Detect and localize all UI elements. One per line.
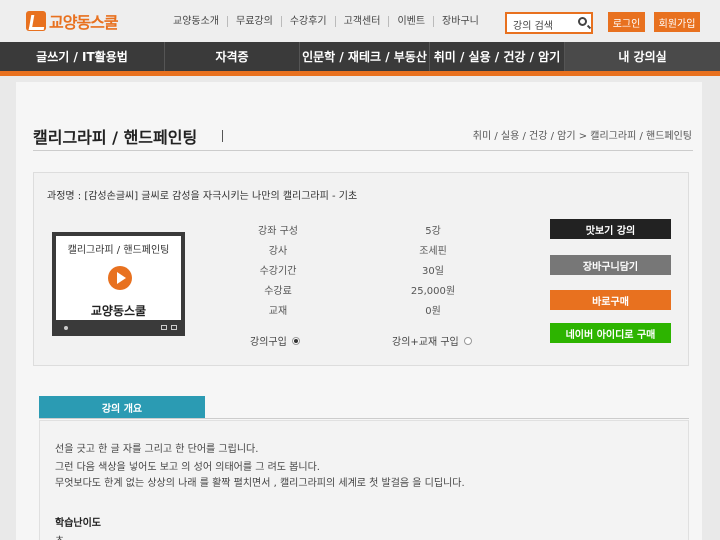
top-menu-cart[interactable]: 장바구니: [433, 16, 487, 27]
top-menu-about[interactable]: 교양동소개: [165, 16, 227, 27]
nav-humanities[interactable]: 인문학 / 재테크 / 부동산: [300, 42, 430, 71]
record-icon: [64, 326, 68, 330]
option-lecture-only-label: 강의구입: [250, 337, 287, 348]
add-to-cart-button[interactable]: 장바구니담기: [550, 255, 671, 275]
breadcrumb[interactable]: 취미 / 실용 / 건강 / 암기 > 캘리그라피 / 핸드페인팅: [473, 127, 692, 142]
search-input[interactable]: 강의 검색: [505, 12, 593, 34]
top-menu-support[interactable]: 고객센터: [334, 16, 389, 27]
title-divider: [222, 130, 223, 142]
option-lecture-only[interactable]: 강의구입: [250, 333, 300, 348]
naver-buy-button[interactable]: 네이버 아이디로 구매: [550, 323, 671, 343]
course-thumbnail[interactable]: 캘리그라피 / 핸드페인팅 교양동스쿨: [52, 232, 185, 336]
tab-underline: [39, 418, 689, 419]
logo-icon: [26, 11, 46, 31]
overview-line: 선을 긋고 한 글 자를 그리고 한 단어를 그립니다.: [55, 444, 259, 455]
thumbnail-brand: 교양동스쿨: [90, 304, 147, 318]
player-controls: [56, 324, 181, 332]
nav-certificates[interactable]: 자격증: [165, 42, 300, 71]
info-label-period: 수강기간: [259, 266, 297, 277]
overview-line: 무엇보다도 한계 없는 상상의 나래 를 활짝 펼치면서 , 캘리그라피의 세계…: [55, 478, 465, 489]
level-title: 학습난이도: [55, 518, 101, 529]
site-logo[interactable]: 교양동스쿨: [26, 10, 119, 32]
nav-my-classroom[interactable]: 내 강의실: [565, 42, 720, 71]
top-menu-free-lectures[interactable]: 무료강의: [227, 16, 281, 27]
page-title: 캘리그라피 / 핸드페인팅: [33, 128, 198, 147]
top-menu-reviews[interactable]: 수강후기: [280, 16, 335, 27]
info-value-fee: 25,000원: [410, 286, 456, 297]
option-lecture-textbook-label: 강의+교재 구입: [392, 337, 459, 348]
info-label-textbook: 교재: [268, 306, 288, 317]
option-lecture-only-radio[interactable]: [291, 336, 300, 345]
thumbnail-category: 캘리그라피 / 핸드페인팅: [67, 245, 170, 256]
info-label-fee: 수강료: [264, 286, 292, 297]
top-header: 교양동스쿨 교양동소개 무료강의 수강후기 고객센터 이벤트 장바구니 강의 검…: [0, 0, 720, 42]
info-value-period: 30일: [422, 266, 444, 277]
login-button[interactable]: 로그인: [608, 12, 645, 32]
join-button[interactable]: 회원가입: [654, 12, 700, 32]
info-label-composition: 강좌 구성: [258, 226, 298, 237]
top-menu: 교양동소개 무료강의 수강후기 고객센터 이벤트 장바구니: [165, 16, 487, 27]
fullscreen-icon: [171, 325, 177, 330]
play-icon[interactable]: [108, 266, 132, 290]
nav-writing-it[interactable]: 글쓰기 / IT활용법: [0, 42, 165, 71]
overview-line: 그런 다음 색상을 넣어도 보고 의 성어 의태어를 그 려도 봅니다.: [55, 462, 320, 473]
top-menu-events[interactable]: 이벤트: [388, 16, 433, 27]
logo-text: 교양동스쿨: [49, 13, 119, 32]
info-value-composition: 5강: [425, 226, 441, 237]
search-placeholder: 강의 검색: [513, 21, 553, 32]
search-icon[interactable]: [578, 17, 587, 26]
info-value-instructor: 조세핀: [419, 246, 447, 257]
level-value: 초: [55, 532, 64, 540]
nav-hobby[interactable]: 취미 / 실용 / 건강 / 암기: [430, 42, 565, 71]
buy-now-button[interactable]: 바로구매: [550, 290, 671, 310]
tab-overview[interactable]: 강의 개요: [39, 396, 205, 418]
option-lecture-textbook-radio[interactable]: [463, 336, 472, 345]
info-label-instructor: 강사: [268, 246, 288, 257]
window-icon: [161, 325, 167, 330]
main-nav: 글쓰기 / IT활용법 자격증 인문학 / 재테크 / 부동산 취미 / 실용 …: [0, 42, 720, 76]
title-underline: [33, 150, 693, 151]
info-value-textbook: 0원: [425, 306, 441, 317]
course-name: 과정명 : [감성손글씨] 글씨로 감성을 자극시키는 나만의 캘리그라피 - …: [47, 191, 358, 202]
thumbnail-screen: 캘리그라피 / 핸드페인팅 교양동스쿨: [56, 236, 181, 320]
preview-lecture-button[interactable]: 맛보기 강의: [550, 219, 671, 239]
option-lecture-textbook[interactable]: 강의+교재 구입: [392, 333, 472, 348]
